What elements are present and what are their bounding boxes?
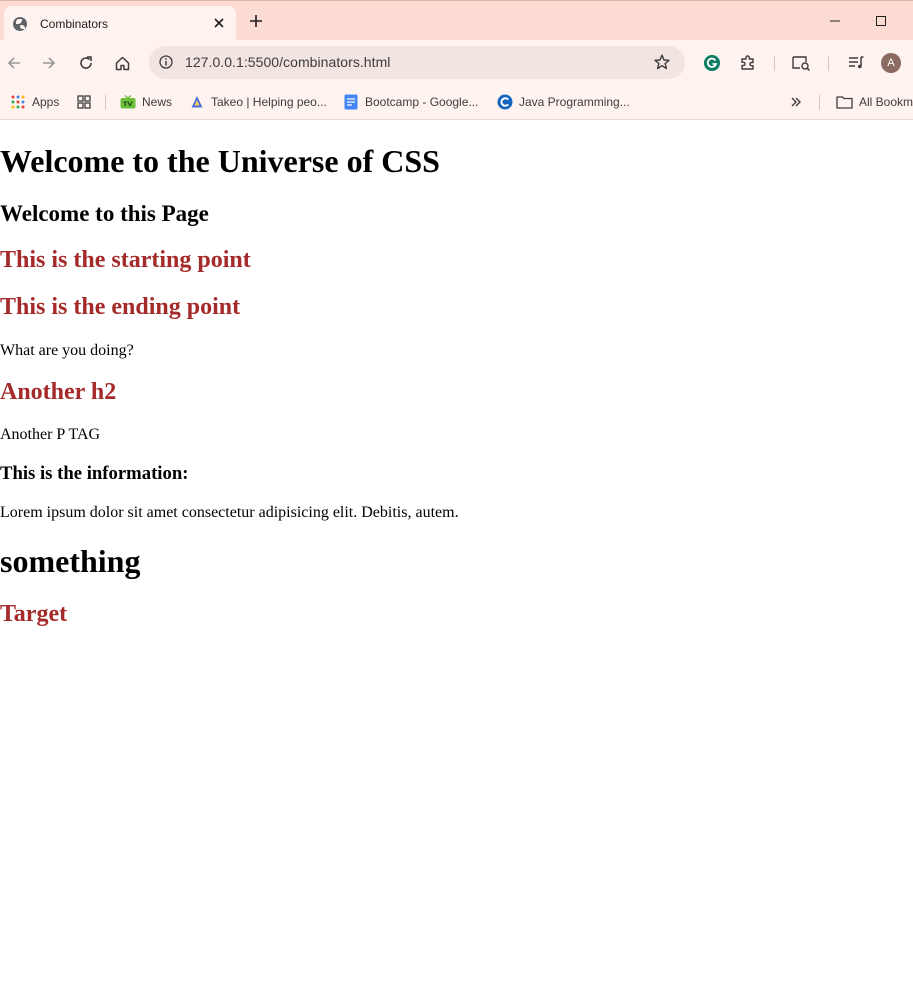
browser-toolbar: 127.0.0.1:5500/combinators.html A <box>0 40 913 86</box>
tv-icon: TV <box>120 94 136 110</box>
toolbar-divider <box>774 56 775 71</box>
bookmarks-overflow-button[interactable] <box>788 92 810 112</box>
reading-list-icon[interactable] <box>844 51 868 75</box>
bookmark-label: Apps <box>32 95 60 109</box>
bookmark-bootcamp[interactable]: Bootcamp - Google... <box>343 92 478 112</box>
svg-text:TV: TV <box>123 100 132 108</box>
site-info-icon[interactable] <box>158 54 174 70</box>
bookmarks-divider <box>105 95 106 110</box>
bookmark-apps[interactable]: Apps <box>10 92 59 112</box>
back-button[interactable] <box>2 51 26 75</box>
page-content: Welcome to the Universe of CSS Welcome t… <box>0 121 913 1004</box>
bookmark-label: News <box>142 95 173 109</box>
heading-welcome: Welcome to this Page <box>0 201 209 226</box>
bookmark-label: Java Programming... <box>519 95 630 109</box>
heading-information: This is the information: <box>0 463 189 484</box>
minimize-button[interactable] <box>823 9 847 33</box>
bookmark-news[interactable]: TV News <box>120 92 172 112</box>
reload-button[interactable] <box>74 51 98 75</box>
active-tab[interactable]: Combinators <box>4 6 236 41</box>
heading-another-h2: Another h2 <box>0 379 117 405</box>
google-docs-icon <box>343 94 359 110</box>
forward-button[interactable] <box>37 51 61 75</box>
bookmark-java-programming[interactable]: Java Programming... <box>497 92 630 112</box>
tab-title: Combinators <box>40 16 109 31</box>
paragraph-another-p: Another P TAG <box>0 426 101 443</box>
heading-main: Welcome to the Universe of CSS <box>0 143 440 179</box>
extensions-puzzle-icon[interactable] <box>736 51 760 75</box>
all-bookmarks-button[interactable]: All Bookm <box>836 92 913 112</box>
new-tab-button[interactable] <box>246 11 266 31</box>
bookmark-label: Takeo | Helping peo... <box>211 95 327 109</box>
bookmark-takeo[interactable]: Takeo | Helping peo... <box>189 92 327 112</box>
takeo-icon <box>189 94 205 110</box>
tab-search-icon[interactable] <box>789 51 813 75</box>
paragraph-lorem: Lorem ipsum dolor sit amet consectetur a… <box>0 504 459 521</box>
bookmark-star-icon[interactable] <box>653 53 671 71</box>
heading-target: Target <box>0 601 68 627</box>
bookmark-tab-groups[interactable] <box>76 92 98 112</box>
chevron-double-right-icon <box>788 94 804 110</box>
close-icon[interactable] <box>211 15 227 31</box>
bookmarks-divider <box>819 95 820 110</box>
url-text[interactable]: 127.0.0.1:5500/combinators.html <box>185 54 390 70</box>
grammarly-extension-icon[interactable] <box>700 51 724 75</box>
maximize-button[interactable] <box>869 9 893 33</box>
tab-groups-icon <box>76 94 92 110</box>
globe-icon <box>13 16 27 31</box>
folder-icon <box>836 94 853 110</box>
heading-starting-point: This is the starting point <box>0 247 251 273</box>
heading-ending-point: This is the ending point <box>0 294 241 320</box>
apps-grid-icon <box>10 94 26 110</box>
tab-strip: Combinators <box>0 0 913 41</box>
paragraph-what-doing: What are you doing? <box>0 342 134 359</box>
toolbar-divider <box>828 56 829 71</box>
all-bookmarks-label: All Bookm <box>859 95 913 109</box>
heading-something: something <box>0 543 141 579</box>
bookmark-label: Bootcamp - Google... <box>365 95 479 109</box>
address-bar[interactable]: 127.0.0.1:5500/combinators.html <box>149 46 685 79</box>
profile-avatar[interactable]: A <box>881 53 901 73</box>
bookmarks-bar: Apps TV News Takeo | Helping peo... Boot… <box>0 86 913 120</box>
c-logo-icon <box>497 94 513 110</box>
home-button[interactable] <box>110 51 134 75</box>
